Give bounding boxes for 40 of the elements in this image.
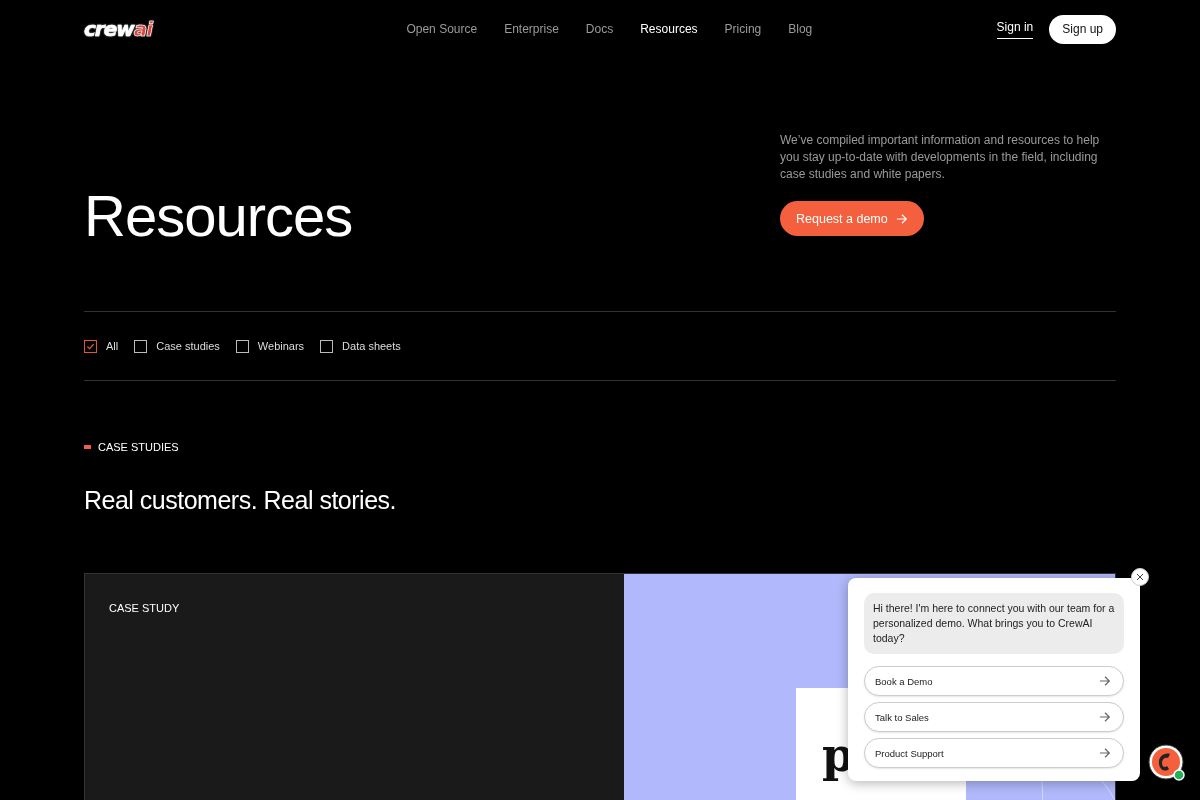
close-icon: [1136, 573, 1144, 581]
check-icon: [86, 341, 95, 351]
filter-checkbox[interactable]: Case studies: [134, 339, 220, 353]
card-label: CASE STUDY: [109, 602, 180, 614]
nav-link[interactable]: Pricing: [724, 22, 762, 36]
close-button[interactable]: [1131, 568, 1149, 586]
arrow-right-icon: [895, 212, 908, 225]
filter-checkbox[interactable]: All: [84, 339, 119, 353]
filter-label: Data sheets: [342, 340, 401, 352]
checkbox[interactable]: [235, 339, 249, 353]
filter-checkbox[interactable]: Webinars: [235, 339, 305, 353]
checkbox[interactable]: [320, 339, 334, 353]
filter-label: All: [106, 340, 119, 352]
arrow-right-icon: [1099, 711, 1111, 723]
nav-link[interactable]: Resources: [640, 22, 698, 36]
section-marker: [84, 445, 91, 449]
crewai-logo[interactable]: crewai: [84, 17, 153, 41]
arrow-right-icon: [1099, 747, 1111, 759]
filter-label: Case studies: [156, 340, 220, 352]
sign-up-button[interactable]: Sign up: [1049, 14, 1116, 44]
nav-link[interactable]: Blog: [788, 22, 813, 36]
filter-checkbox[interactable]: Data sheets: [320, 339, 401, 353]
arrow-right-icon: [1099, 675, 1111, 687]
hero-description: We’ve compiled important information and resources to help you stay up-to-date with developments in the field, including case studies and white papers.: [780, 132, 1101, 183]
checkbox[interactable]: [84, 339, 97, 353]
nav-link[interactable]: Open Source: [406, 22, 478, 36]
nav-link[interactable]: Enterprise: [504, 22, 559, 36]
chat-launcher-button[interactable]: [1148, 744, 1186, 782]
sign-in-link[interactable]: Sign in: [996, 19, 1034, 39]
section-eyebrow: CASE STUDIES: [98, 441, 179, 453]
page-title: Resources: [84, 182, 353, 250]
filter-label: Webinars: [257, 340, 305, 352]
chat-option-button[interactable]: Product Support: [864, 738, 1124, 768]
chat-message: Hi there! I'm here to connect you with our team for a personalized demo. What brings you to CrewAI today?: [864, 593, 1124, 654]
chat-option-button[interactable]: Talk to Sales: [864, 702, 1124, 732]
nav-link[interactable]: Docs: [585, 22, 614, 36]
chat-option-button[interactable]: Book a Demo: [864, 666, 1124, 696]
section-heading: Real customers. Real stories.: [84, 486, 397, 515]
chat-avatar-icon: [1148, 744, 1186, 782]
checkbox[interactable]: [134, 339, 148, 353]
